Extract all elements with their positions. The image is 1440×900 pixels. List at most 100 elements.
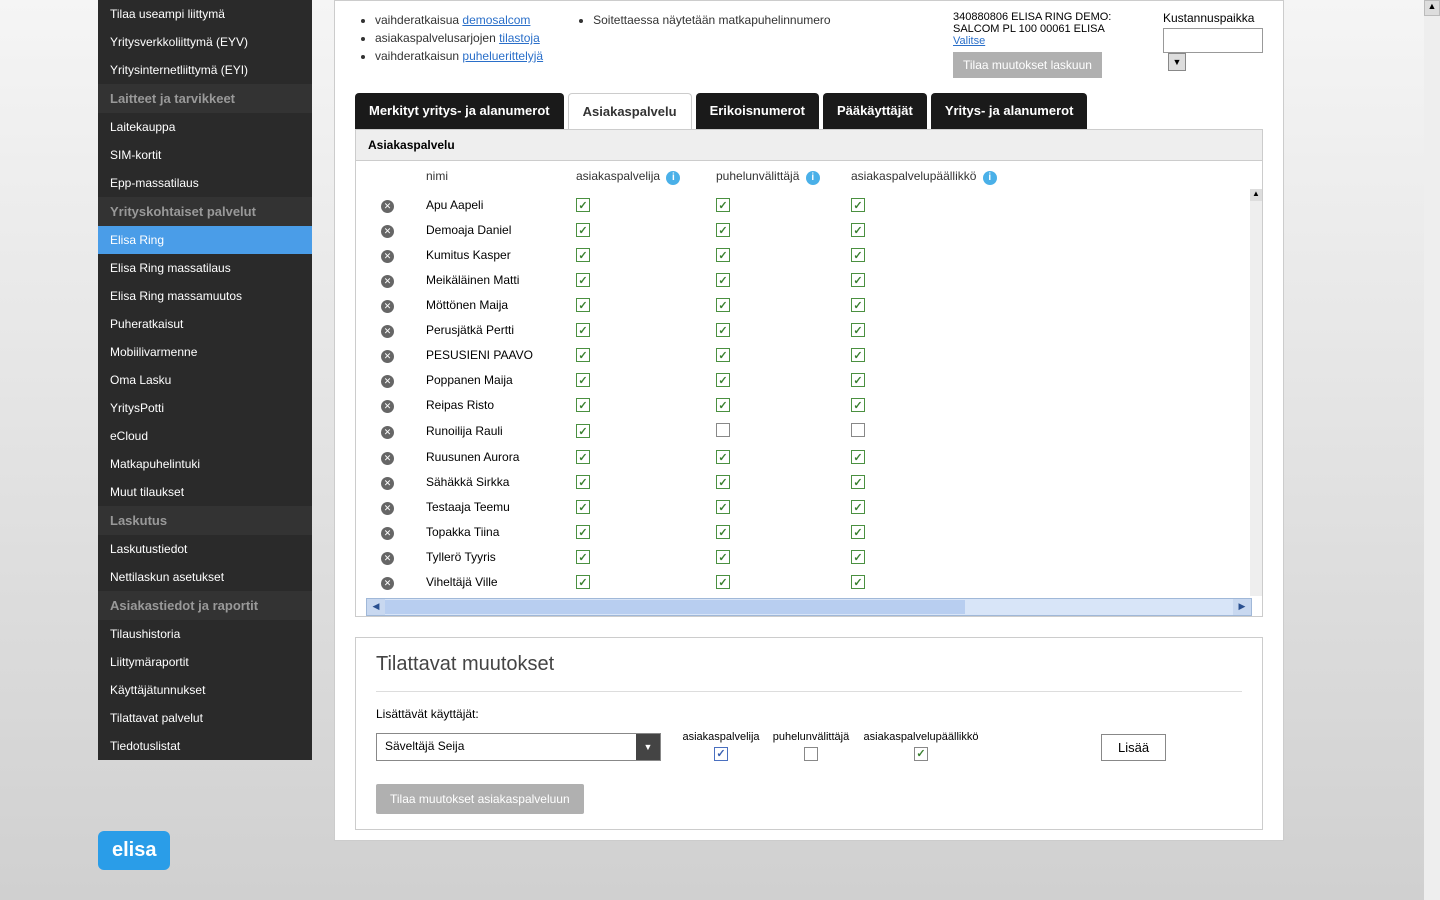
checkbox[interactable] (851, 423, 865, 437)
sidebar-item[interactable]: Yritysverkkoliittymä (EYV) (98, 28, 312, 56)
browser-scrollbar[interactable]: ▲ (1424, 0, 1440, 900)
checkbox-puhelunvalittaja[interactable] (804, 747, 818, 761)
add-button[interactable]: Lisää (1101, 734, 1166, 761)
delete-icon[interactable]: ✕ (381, 250, 394, 263)
delete-icon[interactable]: ✕ (381, 200, 394, 213)
checkbox[interactable] (716, 575, 730, 589)
checkbox[interactable] (851, 323, 865, 337)
link-tilastoja[interactable]: tilastoja (499, 31, 540, 45)
horizontal-scrollbar[interactable]: ◀ ▶ (366, 598, 1252, 616)
checkbox[interactable] (576, 525, 590, 539)
sidebar-item[interactable]: Tilaushistoria (98, 620, 312, 648)
checkbox[interactable] (851, 575, 865, 589)
tab[interactable]: Merkityt yritys- ja alanumerot (355, 93, 564, 129)
delete-icon[interactable]: ✕ (381, 552, 394, 565)
sidebar-item[interactable]: Tilaa useampi liittymä (98, 0, 312, 28)
checkbox[interactable] (716, 500, 730, 514)
delete-icon[interactable]: ✕ (381, 426, 394, 439)
info-icon[interactable]: i (806, 171, 820, 185)
checkbox[interactable] (851, 500, 865, 514)
checkbox[interactable] (576, 550, 590, 564)
delete-icon[interactable]: ✕ (381, 400, 394, 413)
checkbox[interactable] (716, 348, 730, 362)
checkbox[interactable] (851, 450, 865, 464)
checkbox[interactable] (716, 450, 730, 464)
order-invoice-button[interactable]: Tilaa muutokset laskuun (953, 52, 1102, 78)
vertical-scrollbar[interactable] (1250, 201, 1262, 596)
checkbox[interactable] (716, 423, 730, 437)
checkbox[interactable] (576, 298, 590, 312)
tab[interactable]: Erikoisnumerot (696, 93, 819, 129)
sidebar-item[interactable]: Tilattavat palvelut (98, 704, 312, 732)
cost-center-input[interactable] (1163, 28, 1263, 53)
user-select[interactable]: Säveltäjä Seija ▼ (376, 733, 661, 761)
tab[interactable]: Asiakaspalvelu (568, 93, 692, 129)
dropdown-caret-icon[interactable]: ▼ (636, 734, 660, 760)
checkbox[interactable] (576, 475, 590, 489)
checkbox[interactable] (576, 198, 590, 212)
checkbox[interactable] (576, 424, 590, 438)
checkbox-asiakaspalvelupaallikko[interactable] (914, 747, 928, 761)
sidebar-item[interactable]: Liittymäraportit (98, 648, 312, 676)
checkbox[interactable] (851, 475, 865, 489)
sidebar-item[interactable]: Muut tilaukset (98, 478, 312, 506)
checkbox[interactable] (716, 223, 730, 237)
delete-icon[interactable]: ✕ (381, 577, 394, 590)
checkbox[interactable] (576, 373, 590, 387)
delete-icon[interactable]: ✕ (381, 375, 394, 388)
checkbox-asiakaspalvelija[interactable] (714, 747, 728, 761)
checkbox[interactable] (716, 525, 730, 539)
checkbox[interactable] (851, 273, 865, 287)
checkbox[interactable] (716, 323, 730, 337)
sidebar-item[interactable]: Mobiilivarmenne (98, 338, 312, 366)
link-puheluerittelyja[interactable]: puheluerittelyjä (462, 49, 543, 63)
sidebar-item[interactable]: eCloud (98, 422, 312, 450)
checkbox[interactable] (851, 348, 865, 362)
checkbox[interactable] (716, 298, 730, 312)
scroll-up-icon[interactable]: ▲ (1424, 0, 1440, 16)
checkbox[interactable] (576, 575, 590, 589)
checkbox[interactable] (851, 398, 865, 412)
info-icon[interactable]: i (983, 171, 997, 185)
checkbox[interactable] (716, 475, 730, 489)
checkbox[interactable] (716, 198, 730, 212)
sidebar-item[interactable]: SIM-kortit (98, 141, 312, 169)
scroll-thumb[interactable] (385, 600, 965, 614)
delete-icon[interactable]: ✕ (381, 502, 394, 515)
submit-changes-button[interactable]: Tilaa muutokset asiakaspalveluun (376, 784, 584, 814)
checkbox[interactable] (851, 223, 865, 237)
checkbox[interactable] (716, 248, 730, 262)
scroll-track[interactable] (385, 599, 1233, 615)
checkbox[interactable] (716, 273, 730, 287)
checkbox[interactable] (851, 248, 865, 262)
sidebar-item[interactable]: Laitekauppa (98, 113, 312, 141)
sidebar-item[interactable]: Puheratkaisut (98, 310, 312, 338)
sidebar-item[interactable]: Yritysinternetliittymä (EYI) (98, 56, 312, 84)
delete-icon[interactable]: ✕ (381, 527, 394, 540)
dropdown-caret-icon[interactable]: ▼ (1168, 53, 1186, 71)
checkbox[interactable] (576, 223, 590, 237)
delete-icon[interactable]: ✕ (381, 350, 394, 363)
sidebar-item[interactable]: Elisa Ring (98, 226, 312, 254)
valitse-link[interactable]: Valitse (953, 35, 985, 47)
scroll-right-icon[interactable]: ▶ (1233, 599, 1251, 615)
checkbox[interactable] (851, 550, 865, 564)
tab[interactable]: Yritys- ja alanumerot (931, 93, 1088, 129)
sidebar-item[interactable]: Elisa Ring massatilaus (98, 254, 312, 282)
checkbox[interactable] (716, 373, 730, 387)
checkbox[interactable] (851, 298, 865, 312)
scroll-left-icon[interactable]: ◀ (367, 599, 385, 615)
checkbox[interactable] (576, 398, 590, 412)
checkbox[interactable] (576, 273, 590, 287)
sidebar-item[interactable]: Käyttäjätunnukset (98, 676, 312, 704)
checkbox[interactable] (576, 248, 590, 262)
delete-icon[interactable]: ✕ (381, 452, 394, 465)
checkbox[interactable] (576, 450, 590, 464)
scroll-up-icon[interactable]: ▲ (1250, 189, 1262, 201)
sidebar-item[interactable]: Matkapuhelintuki (98, 450, 312, 478)
checkbox[interactable] (716, 550, 730, 564)
sidebar-item[interactable]: Laskutustiedot (98, 535, 312, 563)
info-icon[interactable]: i (666, 171, 680, 185)
checkbox[interactable] (851, 198, 865, 212)
checkbox[interactable] (576, 500, 590, 514)
